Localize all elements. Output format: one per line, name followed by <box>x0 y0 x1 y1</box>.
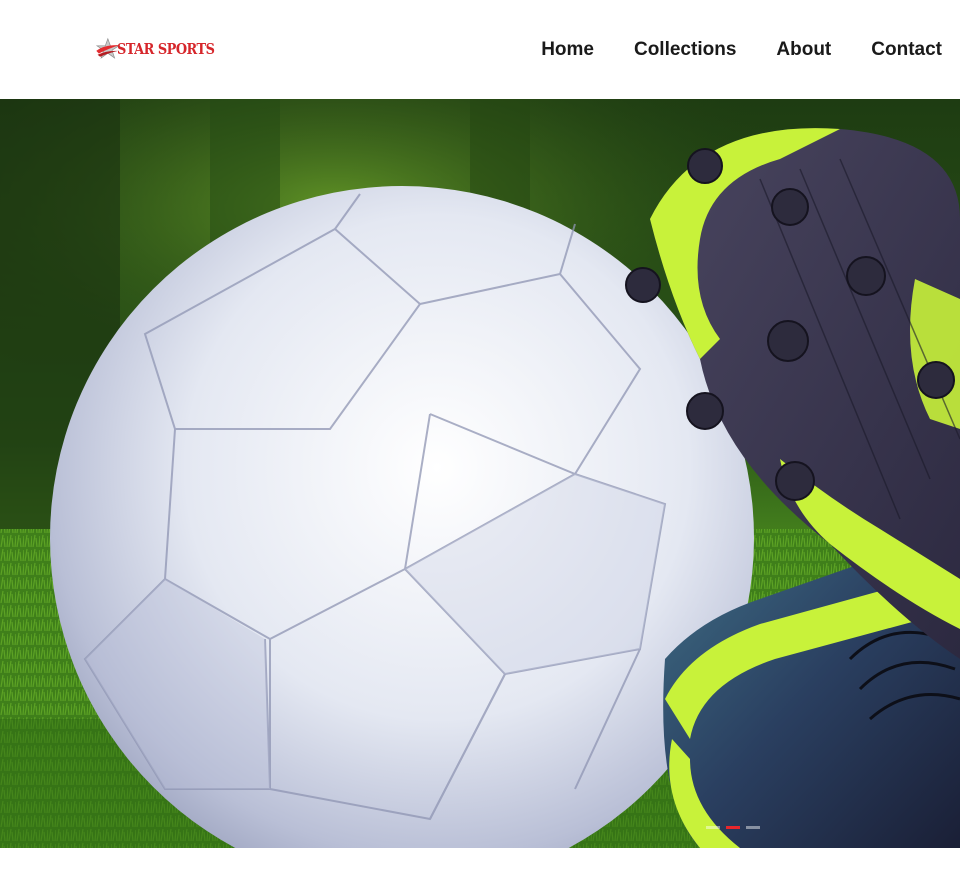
nav-home-link[interactable]: Home <box>541 37 594 63</box>
site-header: STAR SPORTS Home Collections About Conta… <box>0 0 960 99</box>
hero-banner <box>0 99 960 848</box>
slider-dot-1[interactable] <box>706 826 720 829</box>
nav-about-link[interactable]: About <box>776 37 831 63</box>
nav-collections-link[interactable]: Collections <box>634 37 736 63</box>
hero-image <box>0 99 960 848</box>
slider-dot-3[interactable] <box>746 826 760 829</box>
slider-dot-2[interactable] <box>726 826 740 829</box>
nav-contact-link[interactable]: Contact <box>871 37 942 63</box>
brand-name: STAR SPORTS <box>116 40 215 58</box>
main-nav: Home Collections About Contact <box>501 37 942 63</box>
page-bottom-area <box>0 848 960 875</box>
brand-logo[interactable]: STAR SPORTS <box>95 32 230 66</box>
slider-pagination <box>706 826 760 829</box>
